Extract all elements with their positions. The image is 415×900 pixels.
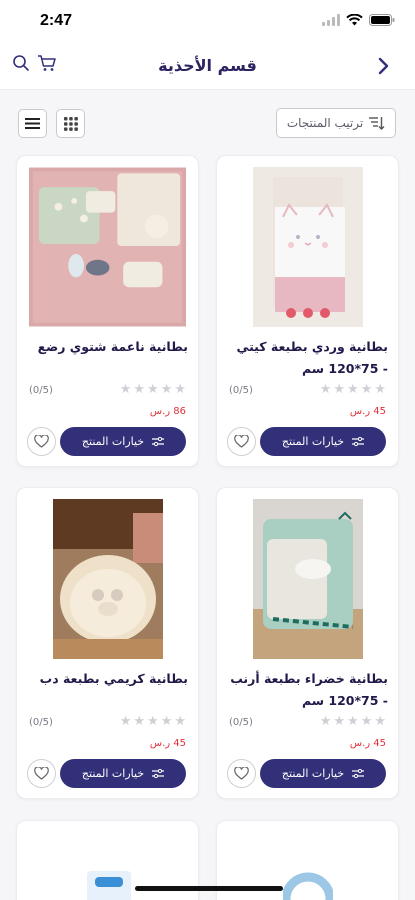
heart-icon	[234, 767, 249, 780]
product-card[interactable]: بطانية خضراء بطبعة أرنب - 75*120 سم (0/5…	[216, 487, 399, 799]
sort-label: ترتيب المنتجات	[286, 116, 364, 130]
product-options-label: خيارات المنتج	[81, 767, 145, 780]
star-icon: ★	[133, 382, 146, 397]
signal-icon	[322, 14, 340, 26]
wifi-icon	[346, 14, 363, 26]
star-icon: ★	[333, 714, 346, 729]
star-icon: ★	[174, 382, 186, 397]
rating-row: (0/5) ★ ★ ★ ★ ★	[229, 714, 386, 730]
sort-icon	[369, 117, 385, 130]
product-card[interactable]: بطانية وردي بطبعة كيتي - 75*120 سم (0/5)…	[216, 155, 399, 467]
product-options-button[interactable]: خيارات المنتج	[60, 759, 186, 788]
star-icon: ★	[147, 382, 159, 397]
heart-icon	[34, 435, 49, 448]
star-icon: ★	[347, 714, 359, 729]
star-icon: ★	[160, 714, 173, 729]
grid-view-button[interactable]	[56, 109, 85, 138]
star-rating: ★ ★ ★ ★ ★	[320, 715, 386, 729]
star-icon: ★	[133, 714, 146, 729]
star-icon: ★	[360, 714, 373, 729]
rating-count: (0/5)	[29, 716, 53, 728]
grid-icon	[63, 116, 78, 131]
wishlist-button[interactable]	[27, 427, 56, 456]
product-options-label: خيارات المنتج	[281, 435, 345, 448]
star-icon: ★	[160, 382, 173, 397]
product-options-label: خيارات المنتج	[281, 767, 345, 780]
star-icon: ★	[374, 382, 386, 397]
star-icon: ★	[374, 714, 386, 729]
filter-icon	[152, 436, 165, 446]
product-card[interactable]: بطانية ناعمة شتوي رضع (0/5) ★ ★ ★ ★ ★ 86 ر.س…	[16, 155, 199, 467]
rating-count: (0/5)	[29, 384, 53, 396]
back-chevron-icon[interactable]	[369, 52, 397, 80]
filter-icon	[352, 436, 365, 446]
star-icon: ★	[360, 382, 373, 397]
status-icons	[322, 14, 395, 26]
star-rating: ★ ★ ★ ★ ★	[120, 715, 186, 729]
wishlist-button[interactable]	[27, 759, 56, 788]
star-icon: ★	[347, 382, 359, 397]
wishlist-button[interactable]	[227, 427, 256, 456]
battery-icon	[369, 14, 395, 26]
product-image[interactable]	[229, 166, 386, 328]
star-icon: ★	[319, 714, 332, 729]
product-options-label: خيارات المنتج	[81, 435, 145, 448]
app-header: قسم الأحذية	[0, 44, 415, 90]
product-price: 45 ر.س	[149, 738, 186, 749]
status-time: 2:47	[40, 12, 73, 29]
product-image[interactable]	[229, 498, 386, 660]
star-icon: ★	[147, 714, 159, 729]
star-icon: ★	[319, 382, 332, 397]
page-title: قسم الأحذية	[158, 56, 257, 75]
rating-row: (0/5) ★ ★ ★ ★ ★	[29, 382, 186, 398]
star-icon: ★	[119, 382, 132, 397]
product-options-button[interactable]: خيارات المنتج	[60, 427, 186, 456]
wishlist-button[interactable]	[227, 759, 256, 788]
product-name[interactable]: بطانية كريمي بطبعة دب	[27, 668, 188, 690]
star-rating: ★ ★ ★ ★ ★	[320, 383, 386, 397]
product-image[interactable]	[29, 498, 186, 660]
product-name[interactable]: بطانية ناعمة شتوي رضع	[27, 336, 188, 358]
product-options-button[interactable]: خيارات المنتج	[260, 427, 386, 456]
list-view-button[interactable]	[18, 109, 47, 138]
rating-count: (0/5)	[229, 716, 253, 728]
heart-icon	[34, 767, 49, 780]
list-icon	[25, 118, 40, 129]
filter-icon	[152, 768, 165, 778]
rating-count: (0/5)	[229, 384, 253, 396]
product-card[interactable]: بطانية كريمي بطبعة دب (0/5) ★ ★ ★ ★ ★ 45 ر.س…	[16, 487, 199, 799]
star-icon: ★	[119, 714, 132, 729]
product-name[interactable]: بطانية وردي بطبعة كيتي - 75*120 سم	[227, 336, 388, 380]
filter-icon	[352, 768, 365, 778]
star-rating: ★ ★ ★ ★ ★	[120, 383, 186, 397]
rating-row: (0/5) ★ ★ ★ ★ ★	[29, 714, 186, 730]
sort-products-button[interactable]: ترتيب المنتجات	[276, 108, 396, 138]
product-options-button[interactable]: خيارات المنتج	[260, 759, 386, 788]
toolbar: ترتيب المنتجات	[0, 108, 415, 140]
product-price: 45 ر.س	[349, 406, 386, 417]
star-icon: ★	[174, 714, 186, 729]
product-image[interactable]	[81, 865, 137, 900]
product-price: 45 ر.س	[349, 738, 386, 749]
star-icon: ★	[333, 382, 346, 397]
product-image[interactable]	[281, 869, 335, 900]
product-name[interactable]: بطانية خضراء بطبعة أرنب - 75*120 سم	[227, 668, 388, 712]
home-indicator	[135, 886, 283, 891]
heart-icon	[234, 435, 249, 448]
product-price: 86 ر.س	[149, 406, 186, 417]
rating-row: (0/5) ★ ★ ★ ★ ★	[229, 382, 386, 398]
status-bar: 2:47	[0, 0, 415, 44]
product-image[interactable]	[29, 166, 186, 328]
